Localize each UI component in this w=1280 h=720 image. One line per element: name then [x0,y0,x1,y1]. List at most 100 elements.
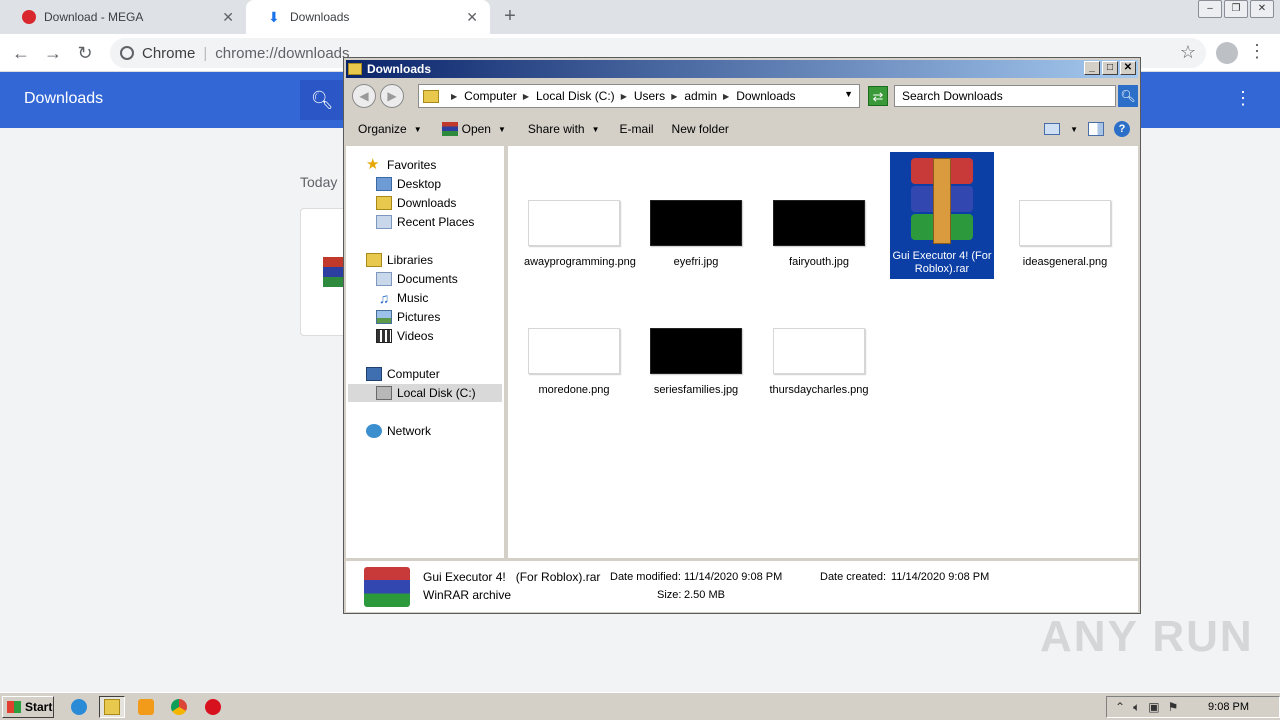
date-section-label: Today [300,174,338,190]
nav-computer[interactable]: Computer [366,365,440,383]
taskbar-explorer[interactable] [99,696,125,718]
file-item[interactable]: thursdaycharles.png [767,328,871,397]
nav-documents[interactable]: Documents [376,270,458,288]
chrome-tab-strip: Download - MEGA ✕ ⬇ Downloads ✕ + – ❐ ✕ [0,0,1280,34]
file-item[interactable]: ideasgeneral.png [1013,200,1117,269]
chevron-down-icon[interactable]: ▼ [844,89,853,99]
nav-pictures[interactable]: Pictures [376,308,440,326]
nav-recent-places[interactable]: Recent Places [376,213,474,231]
search-icon[interactable]: 🔍︎ [1118,85,1138,107]
new-folder-button[interactable]: New folder [672,122,729,136]
file-item-selected[interactable]: Gui Executor 4! (For Roblox).rar [890,152,994,279]
chevron-down-icon: ▼ [497,124,506,134]
chevron-down-icon[interactable]: ▼ [1070,125,1078,134]
network-tray-icon[interactable]: ▣ [1148,700,1159,714]
view-controls: ▼ ? [1044,121,1130,137]
breadcrumb-item[interactable]: ▶ Computer [445,89,517,103]
search-input[interactable]: Search Downloads [894,85,1116,107]
explorer-titlebar[interactable]: Downloads _ □ ✕ [346,60,1138,78]
nav-desktop[interactable]: Desktop [376,175,441,193]
volume-icon[interactable]: 🔈︎ [1133,700,1140,715]
file-item[interactable]: awayprogramming.png [522,200,636,269]
breadcrumb-item[interactable]: ▶ admin [665,89,717,103]
nav-local-disk[interactable]: Local Disk (C:) [348,384,502,402]
avatar[interactable] [1216,42,1238,64]
network-icon [366,424,382,438]
breadcrumb-item[interactable]: ▶ Downloads [717,89,796,103]
help-icon[interactable]: ? [1114,121,1130,137]
close-icon[interactable]: ✕ [466,9,478,26]
page-title: Downloads [24,90,104,107]
file-item[interactable]: eyefri.jpg [644,200,748,269]
music-icon: ♫ [378,290,390,306]
internet-explorer-icon [71,699,87,715]
tab-mega[interactable]: Download - MEGA ✕ [0,0,246,34]
star-icon: ★ [366,156,380,173]
watermark: ANY RUN [1040,612,1254,661]
breadcrumb-item[interactable]: ▶ Users [615,89,666,103]
window-title: Downloads [367,62,432,76]
file-item[interactable]: moredone.png [522,328,626,397]
organize-button[interactable]: Organize ▼ [358,122,422,136]
maximize-button[interactable]: □ [1102,61,1118,75]
chevron-right-icon: ▶ [451,91,458,101]
chrome-menu-icon[interactable]: ⋮ [1248,41,1266,62]
show-hidden-icons-icon[interactable]: ⌃ [1115,700,1125,714]
open-button[interactable]: Open ▼ [441,122,506,136]
minimize-button[interactable]: _ [1084,61,1100,75]
nav-libraries[interactable]: Libraries [366,251,433,269]
refresh-button[interactable]: ⇄ [868,86,888,106]
date-modified-label: Date modified: [610,571,681,583]
command-bar: Organize ▼ Open ▼ Share with ▼ E-mail New f… [346,114,1138,144]
nav-downloads[interactable]: Downloads [376,194,456,212]
breadcrumb-item[interactable]: ▶ Local Disk (C:) [517,89,615,103]
nav-favorites[interactable]: ★ Favorites [366,156,436,174]
nav-music[interactable]: ♫ Music [376,289,429,307]
file-item[interactable]: seriesfamilies.jpg [644,328,748,397]
back-button[interactable]: ◀ [352,84,376,108]
nav-videos[interactable]: Videos [376,327,433,345]
action-center-flag-icon[interactable]: ⚑ [1168,700,1179,714]
reload-button[interactable]: ↻ [74,42,96,64]
close-button[interactable]: ✕ [1120,61,1136,75]
chevron-right-icon: ▶ [723,91,730,101]
file-name: ideasgeneral.png [1022,256,1108,268]
more-options-icon[interactable]: ⋮ [1234,88,1252,109]
minimize-button[interactable]: – [1198,0,1222,18]
new-tab-button[interactable]: + [500,6,520,26]
close-window-button[interactable]: ✕ [1250,0,1274,18]
file-name: eyefri.jpg [673,256,719,268]
window-controls: – ❐ ✕ [1198,0,1274,18]
file-item[interactable]: fairyouth.jpg [767,200,871,269]
bookmark-star-icon[interactable]: ☆ [1180,42,1196,63]
preview-pane-icon[interactable] [1088,122,1104,136]
share-with-button[interactable]: Share with ▼ [528,122,600,136]
winrar-icon [364,567,410,607]
close-icon[interactable]: ✕ [222,9,234,26]
address-url: chrome://downloads [215,44,350,62]
file-name: Gui Executor 4! (For Roblox).rar [892,250,992,275]
taskbar-opera[interactable] [200,696,226,718]
change-view-icon[interactable] [1044,123,1061,135]
size-label: Size: [657,589,682,601]
clock[interactable]: 9:08 PM [1208,701,1249,713]
restore-button[interactable]: ❐ [1224,0,1248,18]
chevron-right-icon: ▶ [522,91,529,101]
taskbar-media-player[interactable] [133,696,159,718]
breadcrumb[interactable]: ▶ Computer ▶ Local Disk (C:) ▶ Users ▶ admin… [418,84,860,108]
tab-downloads[interactable]: ⬇ Downloads ✕ [246,0,490,34]
search-icon[interactable]: 🔍︎ [300,80,344,120]
email-button[interactable]: E-mail [620,122,654,136]
image-thumbnail [1019,200,1111,246]
taskbar-chrome[interactable] [166,696,192,718]
file-name: thursdaycharles.png [769,384,869,396]
forward-button[interactable]: → [42,42,64,64]
folder-icon [423,89,439,103]
start-button[interactable]: Start [2,696,54,718]
back-button[interactable]: ← [10,42,32,64]
forward-button[interactable]: ▶ [380,84,404,108]
nav-network[interactable]: Network [366,422,431,440]
image-thumbnail [528,200,620,246]
taskbar-internet-explorer[interactable] [66,696,92,718]
system-tray: ⌃ 🔈︎ ▣ ⚑ 9:08 PM [1106,696,1280,718]
